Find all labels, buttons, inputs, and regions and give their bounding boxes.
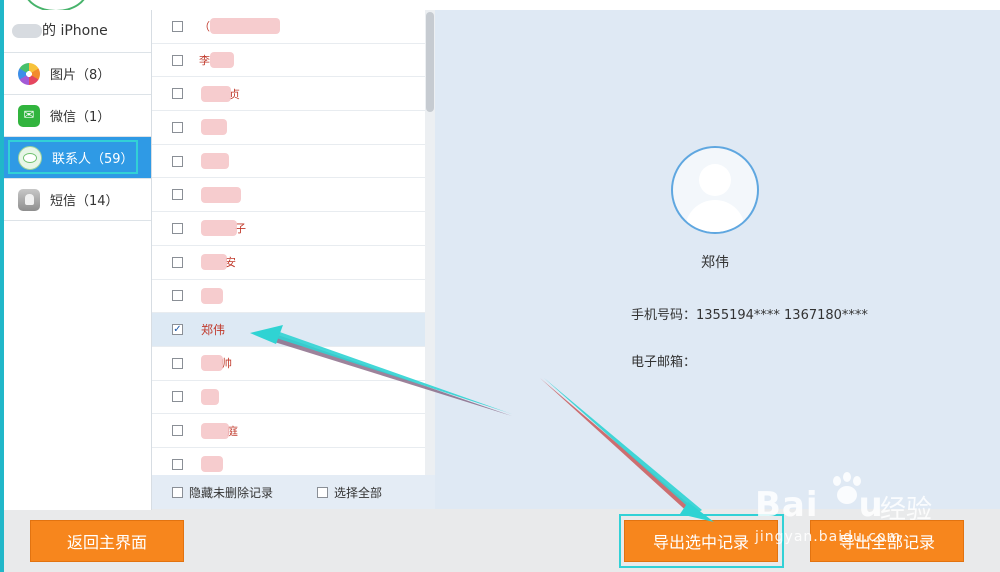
redacted-name [201, 153, 229, 170]
contact-name: 郑伟 [701, 255, 729, 271]
device-name-label: 的 iPhone [42, 23, 108, 39]
export-all-button[interactable]: 导出全部记录 [810, 520, 964, 562]
export-selected-button[interactable]: 导出选中记录 [624, 520, 778, 562]
redacted-name [201, 287, 223, 304]
contact-list[interactable]: （ 李贞子安 ✓ 郑伟帅庭 [152, 10, 435, 475]
sidebar-item-label: 短信（14） [50, 194, 119, 209]
sidebar-item-contacts[interactable]: 联系人（59） [4, 137, 151, 179]
sidebar-item-label: 图片（8） [50, 68, 111, 83]
hide-deleted-option[interactable]: 隐藏未删除记录 [172, 484, 273, 501]
redacted-name [201, 388, 219, 405]
photos-icon [18, 62, 40, 85]
contact-list-scrollbar[interactable] [425, 10, 435, 475]
scrollbar-thumb[interactable] [426, 12, 434, 112]
contact-checkbox[interactable] [172, 425, 183, 437]
contact-detail-panel: 郑伟 手机号码：1355194**** 1367180**** 电子邮箱： [435, 10, 1000, 509]
hide-deleted-label: 隐藏未删除记录 [189, 485, 274, 500]
redacted-name [201, 422, 229, 439]
redacted-name [201, 220, 237, 237]
hide-deleted-checkbox[interactable] [172, 486, 183, 498]
redacted-name [201, 456, 223, 473]
device-name: 的 iPhone [4, 10, 151, 53]
sms-icon [18, 188, 40, 211]
contact-row[interactable]: ✓ 郑伟 [152, 313, 435, 347]
sidebar: 的 iPhone 图片（8） ✉ 微信（1） 联系人（59） 短信（14） [4, 10, 152, 510]
contact-checkbox[interactable] [172, 54, 183, 66]
select-all-option[interactable]: 选择全部 [317, 484, 382, 501]
contact-checkbox[interactable] [172, 121, 183, 133]
sidebar-item-wechat[interactable]: ✉ 微信（1） [4, 95, 151, 137]
contact-row[interactable]: 安 [152, 246, 435, 280]
redacted-name [201, 119, 227, 136]
redacted-name [201, 355, 223, 372]
contact-row[interactable] [152, 381, 435, 415]
contact-row[interactable]: 贞 [152, 77, 435, 112]
contact-avatar-icon [671, 146, 759, 234]
contact-row[interactable]: 李 [152, 44, 435, 78]
wechat-icon: ✉ [18, 104, 40, 127]
contact-checkbox[interactable] [172, 290, 183, 302]
redacted-name [210, 18, 280, 35]
contact-checkbox[interactable] [172, 256, 183, 268]
contact-row[interactable] [152, 178, 435, 213]
contact-row[interactable]: 庭 [152, 414, 435, 448]
contact-email: 电子邮箱： [631, 355, 697, 370]
contact-row[interactable] [152, 145, 435, 179]
contact-checkbox[interactable] [172, 222, 183, 234]
contact-list-footer: 隐藏未删除记录 选择全部 [152, 475, 435, 509]
device-name-redacted [12, 24, 42, 38]
contact-name-fragment: 李 [199, 54, 210, 68]
top-strip [4, 0, 1000, 10]
contact-checkbox[interactable] [172, 391, 183, 403]
contact-name-fragment: （ [199, 20, 210, 34]
select-all-checkbox[interactable] [317, 486, 329, 498]
back-to-main-button[interactable]: 返回主界面 [30, 520, 184, 562]
sidebar-item-label: 微信（1） [50, 110, 111, 125]
contact-checkbox[interactable] [172, 155, 183, 167]
contact-checkbox[interactable] [172, 189, 183, 201]
contact-checkbox[interactable] [172, 20, 183, 32]
contact-checkbox[interactable]: ✓ [172, 324, 183, 336]
contact-row[interactable]: 帅 [152, 347, 435, 381]
contact-checkbox[interactable] [172, 458, 183, 470]
redacted-name [201, 85, 231, 102]
contact-row[interactable] [152, 448, 435, 475]
redacted-name [201, 254, 227, 271]
contact-phone: 手机号码：1355194**** 1367180**** [631, 308, 868, 323]
redacted-name [201, 186, 241, 203]
contact-row[interactable]: （ [152, 10, 435, 44]
annotation-highlight-box [8, 140, 138, 174]
sidebar-item-sms[interactable]: 短信（14） [4, 179, 151, 221]
contact-row[interactable] [152, 280, 435, 314]
redacted-name [210, 52, 234, 69]
contact-row[interactable] [152, 111, 435, 145]
contact-checkbox[interactable] [172, 88, 183, 100]
select-all-label: 选择全部 [334, 485, 383, 500]
contact-row[interactable]: 子 [152, 212, 435, 246]
contact-checkbox[interactable] [172, 357, 183, 369]
sidebar-item-photos[interactable]: 图片（8） [4, 53, 151, 95]
contact-row-name: 郑伟 [201, 323, 226, 338]
